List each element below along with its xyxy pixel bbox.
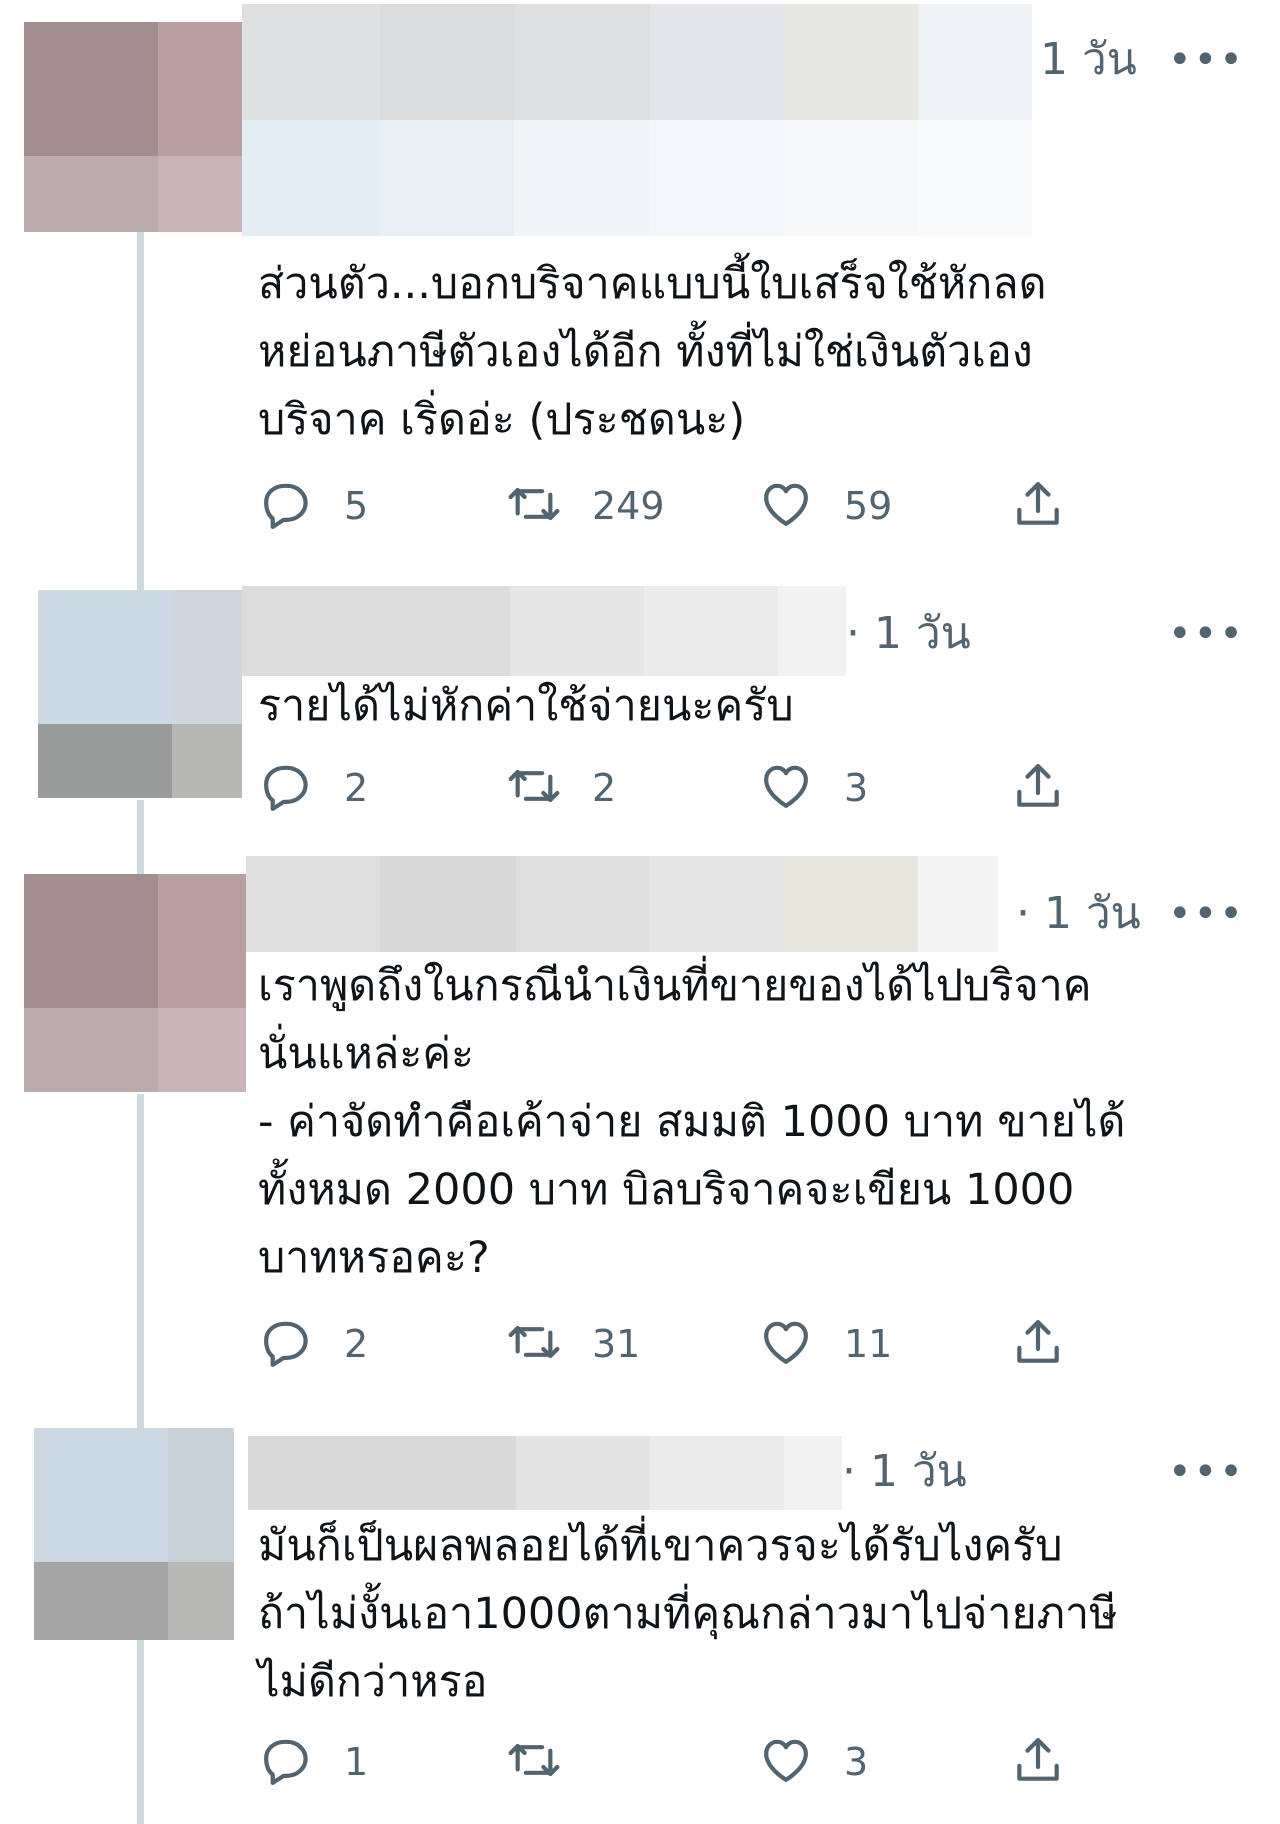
tweet-text: เราพูดถึงในกรณีนำเงินที่ขายของได้ไปบริจา… [258,961,1126,1283]
retweet-count: 2 [592,766,617,810]
tweet-time[interactable]: · 1 วัน [846,612,971,656]
share-icon [1010,1732,1066,1792]
reply-icon [258,1314,314,1374]
retweet-icon [506,476,562,536]
tweet-text: มันก็เป็นผลพลอยได้ที่เขาควรจะได้รับไงครั… [258,1521,1118,1707]
retweet-button[interactable]: 249 [506,476,665,536]
tweet-actions: 1 3 [258,1732,1118,1792]
retweet-button[interactable] [506,1732,592,1792]
author-name-blurred[interactable] [242,586,846,676]
share-button[interactable] [1010,1732,1066,1792]
share-icon [1010,476,1066,536]
retweet-button[interactable]: 31 [506,1314,640,1374]
like-button[interactable]: 3 [758,758,868,818]
like-icon [758,476,814,536]
tweet-text: รายได้ไม่หักค่าใช้จ่ายนะครับ [258,681,794,731]
like-count: 11 [844,1322,893,1366]
like-count: 3 [844,766,869,810]
tweet[interactable]: 1 วัน ••• ส่วนตัว...บอกบริจาคแบบนี้ใบเสร… [0,0,1280,580]
retweet-button[interactable]: 2 [506,758,616,818]
more-options-icon[interactable]: ••• [1168,894,1245,934]
tweet-actions: 2 2 3 [258,758,1118,818]
reply-button[interactable]: 5 [258,476,368,536]
more-options-icon[interactable]: ••• [1168,1452,1245,1492]
retweet-icon [506,1732,562,1792]
author-name-blurred[interactable] [242,4,1032,236]
reply-count: 1 [344,1740,369,1784]
share-icon [1010,1314,1066,1374]
retweet-icon [506,1314,562,1374]
like-icon [758,1732,814,1792]
tweet-time[interactable]: · 1 วัน [842,1450,967,1494]
tweet-text: ส่วนตัว...บอกบริจาคแบบนี้ใบเสร็จใช้หักลด… [258,259,1047,445]
tweet-time[interactable]: · 1 วัน [1016,892,1141,936]
avatar[interactable] [24,874,246,1092]
like-icon [758,758,814,818]
like-button[interactable]: 59 [758,476,892,536]
author-name-blurred[interactable] [248,1436,842,1510]
share-button[interactable] [1010,758,1066,818]
like-button[interactable]: 3 [758,1732,868,1792]
like-icon [758,1314,814,1374]
retweet-count: 31 [592,1322,641,1366]
more-options-icon[interactable]: ••• [1168,614,1245,654]
retweet-count: 249 [592,484,665,528]
avatar[interactable] [24,22,242,232]
reply-icon [258,1732,314,1792]
tweet-actions: 2 31 11 [258,1314,1118,1374]
tweet-actions: 5 249 59 [258,476,1118,536]
like-count: 59 [844,484,893,528]
like-button[interactable]: 11 [758,1314,892,1374]
reply-icon [258,476,314,536]
reply-button[interactable]: 2 [258,758,368,818]
share-button[interactable] [1010,476,1066,536]
avatar[interactable] [34,1428,234,1640]
author-name-blurred[interactable] [246,856,998,952]
reply-button[interactable]: 1 [258,1732,368,1792]
tweet[interactable]: · 1 วัน ••• รายได้ไม่หักค่าใช้จ่ายนะครับ… [0,580,1280,842]
avatar[interactable] [38,590,242,798]
reply-count: 2 [344,766,369,810]
reply-count: 2 [344,1322,369,1366]
reply-count: 5 [344,484,369,528]
more-options-icon[interactable]: ••• [1168,40,1245,80]
tweet[interactable]: · 1 วัน ••• เราพูดถึงในกรณีนำเงินที่ขายข… [0,842,1280,1402]
retweet-icon [506,758,562,818]
like-count: 3 [844,1740,869,1784]
tweet[interactable]: · 1 วัน ••• มันก็เป็นผลพลอยได้ที่เขาควรจ… [0,1402,1280,1824]
tweet-time[interactable]: 1 วัน [1040,38,1137,82]
share-icon [1010,758,1066,818]
share-button[interactable] [1010,1314,1066,1374]
reply-button[interactable]: 2 [258,1314,368,1374]
reply-icon [258,758,314,818]
